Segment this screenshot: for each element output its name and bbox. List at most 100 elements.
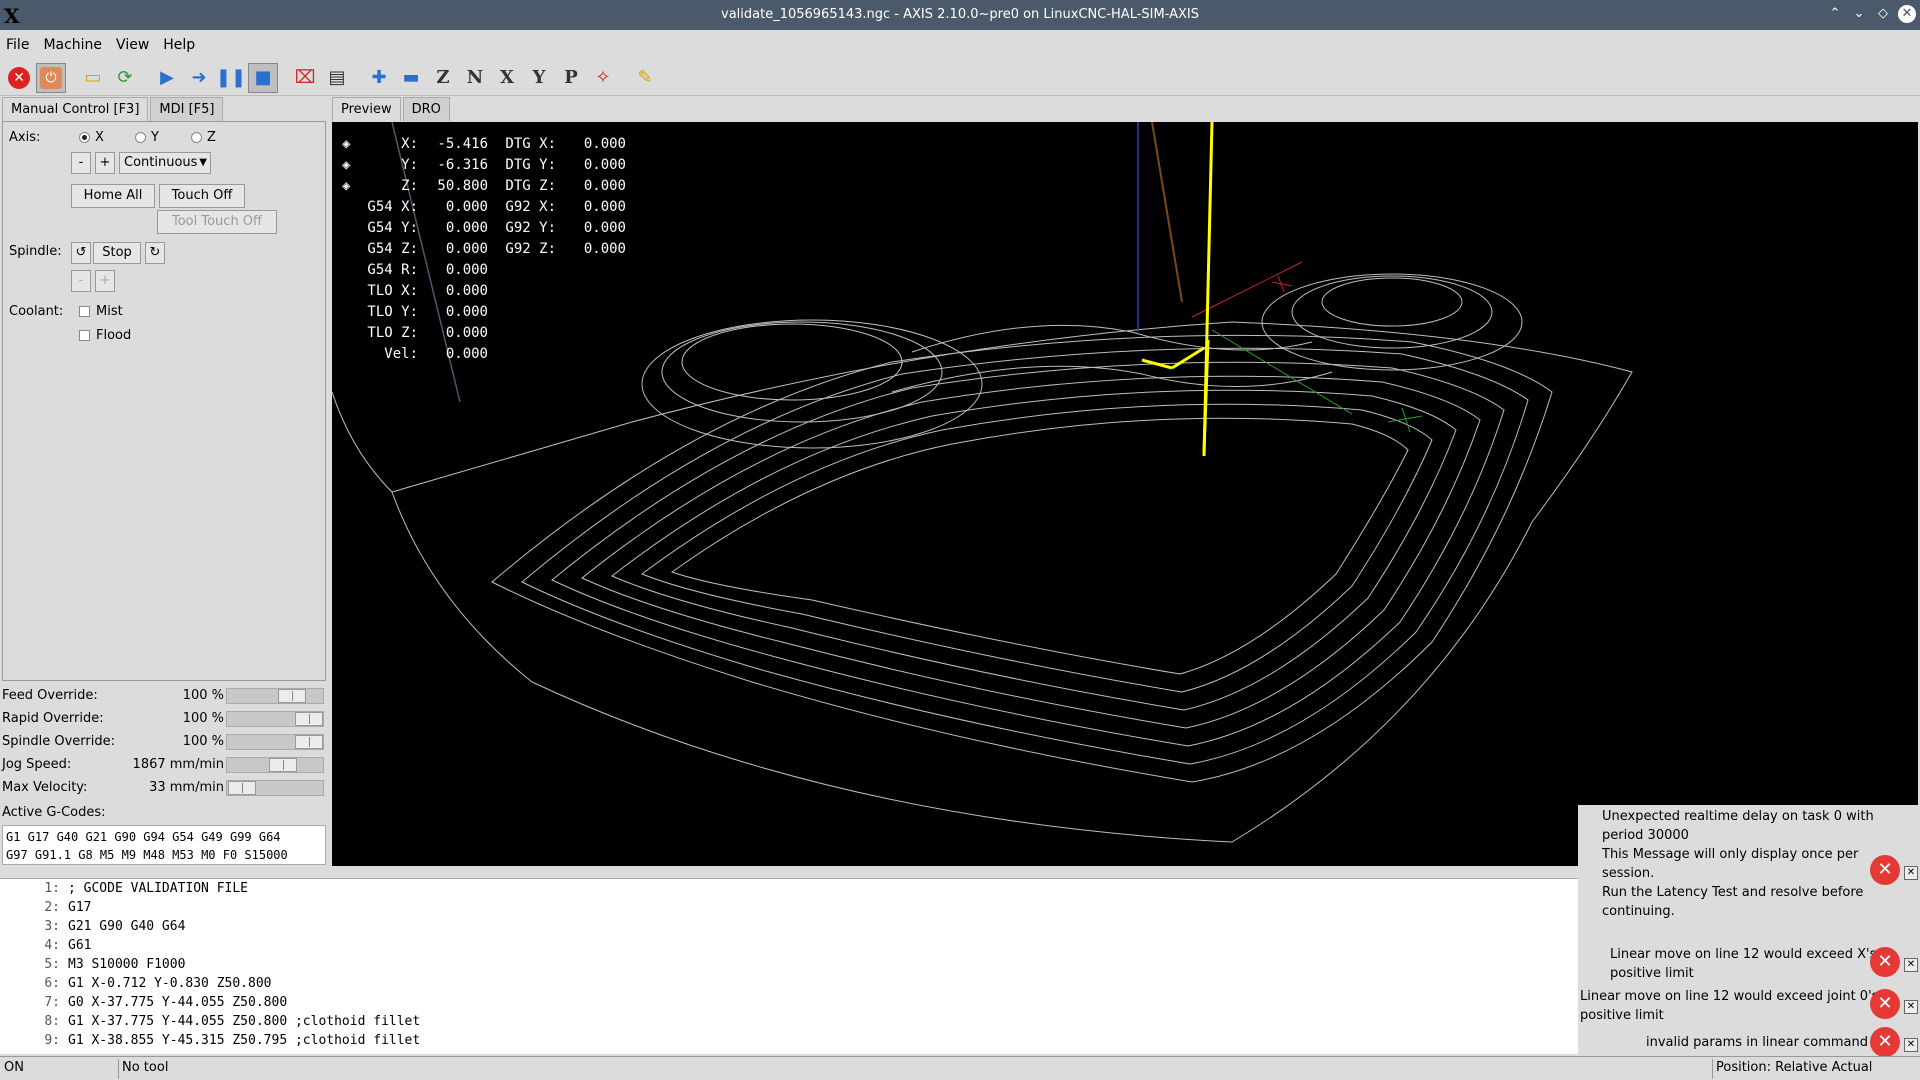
gcode-line[interactable]: 6: G1 X-0.712 Y-0.830 Z50.800 [0,974,1578,993]
rotate-icon: ✧ [595,67,611,88]
dro-row: ◈ Z: 50.800 DTG Z: 0.000 [342,176,626,197]
machine-state: ON [4,1060,24,1075]
stop-button[interactable]: ■ [248,62,278,93]
zoom-out-button[interactable]: ▬ [396,63,426,93]
gcode-line[interactable]: 4: G61 [0,936,1578,955]
estop-button[interactable]: ✕ [4,63,34,93]
slider-thumb[interactable] [228,781,256,795]
override-slider[interactable] [226,734,324,750]
spindle-faster-button[interactable]: + [95,270,115,292]
line-number: 4: [44,938,60,953]
dro-label: G54 Y: [367,220,418,236]
override-slider[interactable] [226,711,324,727]
gcode-line[interactable]: 3: G21 G90 G40 G64 [0,917,1578,936]
spindle-ccw-button[interactable]: ↺ [71,242,91,264]
dro-value: -5.416 [437,136,488,152]
override-slider[interactable] [226,780,324,796]
dro-row: G54 Z: 0.000 G92 Z: 0.000 [342,239,626,260]
toolpath-preview[interactable]: ◈ X: -5.416 DTG X: 0.000 ◈ Y: -6.316 DTG Y: 0.000… [332,122,1918,866]
dro-row: ◈ Y: -6.316 DTG Y: 0.000 [342,155,626,176]
line-text: G1 X-38.855 Y-45.315 Z50.795 ;clothoid f… [68,1033,421,1048]
line-text: G21 G90 G40 G64 [68,919,186,934]
zoom-in-button[interactable]: ✚ [364,63,394,93]
view-p-button[interactable]: P [556,63,586,93]
view-x-button[interactable]: X [492,63,522,93]
dismiss-notification-3[interactable]: ✕ [1904,1000,1918,1014]
close-window-icon[interactable]: ✕ [1898,5,1916,23]
tab-mdi[interactable]: MDI [F5] [150,97,224,121]
menu-file[interactable]: File [6,37,29,53]
pause-button[interactable]: ❚❚ [216,63,246,93]
tab-dro[interactable]: DRO [402,97,450,121]
gcode-line[interactable]: 7: G0 X-37.775 Y-44.055 Z50.800 [0,993,1578,1012]
jog-plus-button[interactable]: + [95,152,115,174]
menu-machine[interactable]: Machine [43,37,102,53]
dismiss-notification-4[interactable]: ✕ [1904,1038,1918,1052]
jog-increment-select[interactable]: Continuous ▼ [119,152,211,174]
tool-touch-off-button[interactable]: Tool Touch Off [157,210,277,234]
gcode-listing[interactable]: 1: ; GCODE VALIDATION FILE 2: G17 3: G21 G90 … [0,878,1578,1054]
spindle-slower-button[interactable]: - [71,270,91,292]
gcode-line[interactable]: 5: M3 S10000 F1000 [0,955,1578,974]
flood-checkbox[interactable]: Flood [79,328,131,343]
override-slider[interactable] [226,688,324,704]
line-number: 3: [44,919,60,934]
axis-window: X validate_1056965143.ngc - AXIS 2.10.0~… [0,0,1920,1080]
dro-value: 0.000 [445,346,488,362]
home-all-button[interactable]: Home All [71,184,155,208]
line-text: G1 X-0.712 Y-0.830 Z50.800 [68,976,272,991]
view-y-button[interactable]: Y [524,63,554,93]
mist-checkbox[interactable]: Mist [79,304,123,319]
slider-thumb[interactable] [278,689,306,703]
step-button[interactable]: ➜ [184,63,214,93]
estop-icon: ✕ [8,66,30,89]
minimize-icon[interactable]: ⌄ [1850,5,1868,23]
tab-manual-control[interactable]: Manual Control [F3] [2,97,149,121]
dro-row: G54 Y: 0.000 G92 Y: 0.000 [342,218,626,239]
reload-button[interactable]: ⟳ [110,63,140,93]
manual-control-panel: Axis: X Y Z - + Continuous ▼ Home All Tou… [2,121,326,681]
axis-radio-y[interactable]: Y [135,130,159,145]
dismiss-notification-2[interactable]: ✕ [1904,958,1918,972]
menu-view[interactable]: View [116,37,149,53]
spindle-stop-button[interactable]: Stop [93,242,141,264]
slider-thumb[interactable] [269,758,297,772]
override-row: Max Velocity: 33 mm/min [0,777,330,800]
axis-radio-z[interactable]: Z [191,130,216,145]
slider-thumb[interactable] [295,735,323,749]
notification-invalid-params: invalid params in linear command [1646,1035,1868,1050]
axis-radio-x[interactable]: X [79,130,104,145]
gcode-line[interactable]: 8: G1 X-37.775 Y-44.055 Z50.800 ;clothoid… [0,1012,1578,1031]
view-z-button[interactable]: Z [428,63,458,93]
optional-stop-button[interactable]: ▤ [322,63,352,93]
block-delete-button[interactable]: ⌧ [290,63,320,93]
dro-row: TLO X: 0.000 [342,281,626,302]
open-file-button[interactable]: ▭ [78,63,108,93]
dro-dtg-value: 0.000 [583,241,626,257]
view-z2-button[interactable]: N [460,63,490,93]
toolbar: ✕ ⏻ ▭ ⟳ ▶ ➜ ❚❚ ■ ⌧ ▤ ✚ ▬ Z N X Y P ✧ ✎ [0,60,1920,96]
dro-value: 0.000 [445,283,488,299]
spindle-cw-button[interactable]: ↻ [145,242,165,264]
override-slider[interactable] [226,757,324,773]
gcode-line[interactable]: 2: G17 [0,898,1578,917]
run-button[interactable]: ▶ [152,63,182,93]
tab-preview[interactable]: Preview [332,97,401,121]
axis-label: Axis: [9,130,41,145]
gcode-line[interactable]: 9: G1 X-38.855 Y-45.315 Z50.795 ;clothoid… [0,1031,1578,1050]
clear-plot-button[interactable]: ✎ [630,63,660,93]
override-value: 100 % [182,688,224,703]
slider-thumb[interactable] [295,712,323,726]
gcode-line[interactable]: 1: ; GCODE VALIDATION FILE [0,879,1578,898]
jog-minus-button[interactable]: - [71,152,91,174]
menu-help[interactable]: Help [163,37,195,53]
dro-row: G54 R: 0.000 [342,260,626,281]
maximize-icon[interactable]: ◇ [1874,5,1892,23]
rotate-view-button[interactable]: ✧ [588,63,618,93]
override-value: 100 % [182,734,224,749]
machine-power-button[interactable]: ⏻ [36,62,66,93]
keep-above-icon[interactable]: ⌃ [1826,5,1844,23]
override-row: Jog Speed: 1867 mm/min [0,754,330,777]
touch-off-button[interactable]: Touch Off [159,184,245,208]
dismiss-notification-1[interactable]: ✕ [1904,866,1918,880]
